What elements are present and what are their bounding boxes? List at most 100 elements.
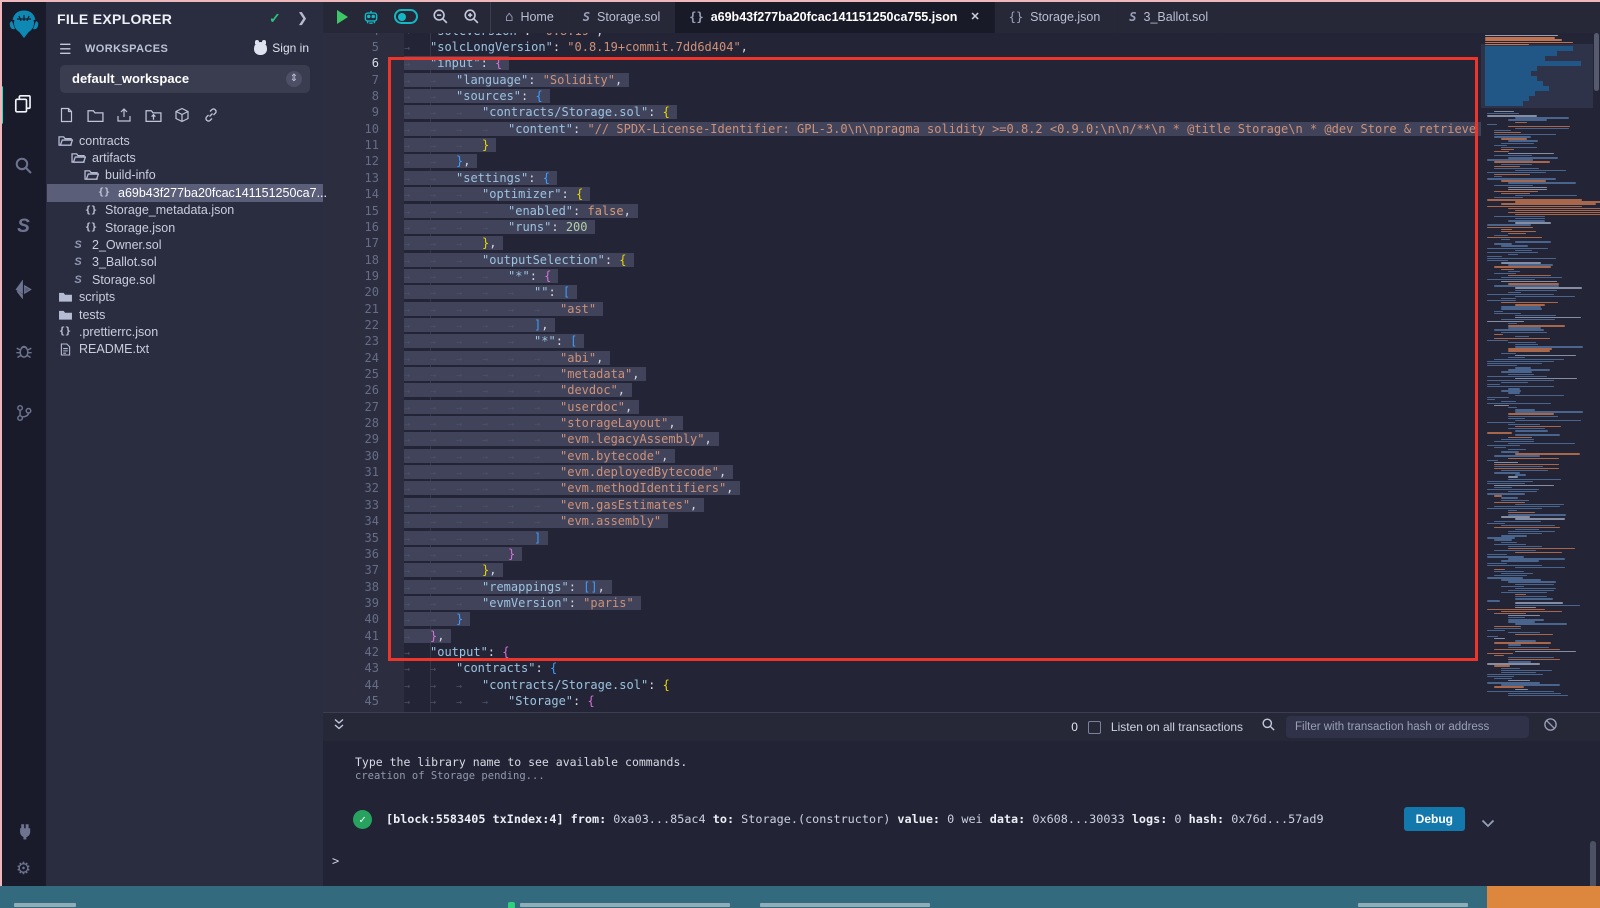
line-number[interactable]: 28 xyxy=(323,415,379,431)
workspaces-menu-icon[interactable]: ☰ xyxy=(59,41,72,58)
line-number[interactable]: 11 xyxy=(323,137,379,153)
clear-filter-icon[interactable] xyxy=(1543,717,1558,737)
line-number[interactable]: 30 xyxy=(323,448,379,464)
terminal-output[interactable]: Type the library name to see available c… xyxy=(323,741,1600,887)
tab-home[interactable]: ⌂Home xyxy=(491,0,569,33)
code-line-19[interactable]: 19→→→→"*": { xyxy=(323,268,1481,284)
code-line-36[interactable]: 36→→→→} xyxy=(323,546,1481,562)
code-line-37[interactable]: 37→→→}, xyxy=(323,562,1481,578)
code-line-11[interactable]: 11→→→} xyxy=(323,137,1481,153)
code-line-14[interactable]: 14→→→"optimizer": { xyxy=(323,186,1481,202)
listen-checkbox[interactable] xyxy=(1088,721,1101,734)
tree-item-storage-metadata-json[interactable]: {}Storage_metadata.json xyxy=(47,202,323,219)
zoom-out-icon[interactable] xyxy=(432,8,449,25)
editor-scrollbar[interactable] xyxy=(1593,33,1600,712)
code-line-38[interactable]: 38→→→"remappings": [], xyxy=(323,579,1481,595)
tree-item-3-ballot-sol[interactable]: S3_Ballot.sol xyxy=(47,254,323,271)
link-icon[interactable] xyxy=(202,106,220,124)
code-line-8[interactable]: 8→→"sources": { xyxy=(323,88,1481,104)
code-line-25[interactable]: 25→→→→→→"metadata", xyxy=(323,366,1481,382)
line-number[interactable]: 39 xyxy=(323,595,379,611)
code-line-13[interactable]: 13→→"settings": { xyxy=(323,170,1481,186)
line-number[interactable]: 27 xyxy=(323,399,379,415)
line-number[interactable]: 6 xyxy=(323,55,379,71)
line-number[interactable]: 17 xyxy=(323,235,379,251)
plugin-manager-icon[interactable] xyxy=(0,814,47,848)
line-number[interactable]: 26 xyxy=(323,382,379,398)
code-line-43[interactable]: 43→→"contracts": { xyxy=(323,660,1481,676)
line-number[interactable]: 34 xyxy=(323,513,379,529)
editor-scrollbar-thumb[interactable] xyxy=(1594,33,1599,91)
code-line-39[interactable]: 39→→→"evmVersion": "paris" xyxy=(323,595,1481,611)
code-line-24[interactable]: 24→→→→→→"abi", xyxy=(323,350,1481,366)
solidity-compiler-icon[interactable]: S xyxy=(0,210,47,244)
code-line-20[interactable]: 20→→→→→"": [ xyxy=(323,284,1481,300)
line-number[interactable]: 19 xyxy=(323,268,379,284)
line-number[interactable]: 13 xyxy=(323,170,379,186)
line-number[interactable]: 5 xyxy=(323,39,379,55)
line-number[interactable]: 21 xyxy=(323,301,379,317)
tree-item-2-owner-sol[interactable]: S2_Owner.sol xyxy=(47,236,323,253)
line-number[interactable]: 20 xyxy=(323,284,379,300)
tree-item-storage-sol[interactable]: SStorage.sol xyxy=(47,271,323,288)
code-line-9[interactable]: 9→→→"contracts/Storage.sol": { xyxy=(323,104,1481,120)
code-line-30[interactable]: 30→→→→→→"evm.bytecode", xyxy=(323,448,1481,464)
line-number[interactable]: 9 xyxy=(323,104,379,120)
line-number[interactable]: 35 xyxy=(323,530,379,546)
file-explorer-icon[interactable] xyxy=(0,86,47,120)
code-line-21[interactable]: 21→→→→→→"ast" xyxy=(323,301,1481,317)
line-number[interactable]: 25 xyxy=(323,366,379,382)
tree-item-tests[interactable]: tests xyxy=(47,306,323,323)
code-line-29[interactable]: 29→→→→→→"evm.legacyAssembly", xyxy=(323,431,1481,447)
line-number[interactable]: 15 xyxy=(323,203,379,219)
line-number[interactable]: 43 xyxy=(323,660,379,676)
line-number[interactable]: 14 xyxy=(323,186,379,202)
zoom-in-icon[interactable] xyxy=(463,8,480,25)
ai-assistant-icon[interactable] xyxy=(362,8,380,26)
line-number[interactable]: 12 xyxy=(323,153,379,169)
tree-item-readme-txt[interactable]: README.txt xyxy=(47,341,323,358)
line-number[interactable]: 37 xyxy=(323,562,379,578)
line-number[interactable]: 7 xyxy=(323,72,379,88)
code-line-10[interactable]: 10→→→→"content": "// SPDX-License-Identi… xyxy=(323,121,1481,137)
ai-toggle-switch[interactable] xyxy=(394,9,418,24)
line-number[interactable]: 23 xyxy=(323,333,379,349)
code-line-18[interactable]: 18→→→"outputSelection": { xyxy=(323,252,1481,268)
code-editor[interactable]: 4→"solcVersion": "0.8.19",5→"solcLongVer… xyxy=(323,33,1600,712)
code-line-33[interactable]: 33→→→→→→"evm.gasEstimates", xyxy=(323,497,1481,513)
debug-button[interactable]: Debug xyxy=(1404,807,1465,831)
code-line-23[interactable]: 23→→→→→"*": [ xyxy=(323,333,1481,349)
deploy-and-run-icon[interactable] xyxy=(0,272,47,306)
code-line-32[interactable]: 32→→→→→→"evm.methodIdentifiers", xyxy=(323,480,1481,496)
code-line-42[interactable]: 42→"output": { xyxy=(323,644,1481,660)
tree-item-storage-json[interactable]: {}Storage.json xyxy=(47,219,323,236)
tree-item-scripts[interactable]: scripts xyxy=(47,289,323,306)
code-line-35[interactable]: 35→→→→→] xyxy=(323,530,1481,546)
tree-item-a69b43f277ba20fcac141151250ca7-[interactable]: {}a69b43f277ba20fcac141151250ca7... xyxy=(47,184,323,201)
expand-transaction-icon[interactable] xyxy=(1481,813,1495,832)
minimap[interactable] xyxy=(1481,33,1593,712)
chevron-right-icon[interactable]: ❯ xyxy=(297,10,308,26)
code-line-40[interactable]: 40→→} xyxy=(323,611,1481,627)
tab-a69b43f277ba20fcac141151250ca755-json[interactable]: {}a69b43f277ba20fcac141151250ca755.json✕ xyxy=(675,0,994,33)
line-number[interactable]: 29 xyxy=(323,431,379,447)
tree-item--prettierrc-json[interactable]: {}.prettierrc.json xyxy=(47,323,323,340)
line-number[interactable]: 16 xyxy=(323,219,379,235)
remix-logo-icon[interactable] xyxy=(7,8,41,42)
line-number[interactable]: 8 xyxy=(323,88,379,104)
tab-storage-sol[interactable]: SStorage.sol xyxy=(569,0,675,33)
workspace-select[interactable]: default_workspace ⇕ xyxy=(60,65,310,93)
code-line-26[interactable]: 26→→→→→→"devdoc", xyxy=(323,382,1481,398)
line-number[interactable]: 36 xyxy=(323,546,379,562)
code-area[interactable]: 4→"solcVersion": "0.8.19",5→"solcLongVer… xyxy=(323,33,1481,712)
code-line-45[interactable]: 45→→→→"Storage": { xyxy=(323,693,1481,709)
terminal-prompt[interactable]: > xyxy=(332,854,339,868)
line-number[interactable]: 10 xyxy=(323,121,379,137)
line-number[interactable]: 44 xyxy=(323,677,379,693)
run-script-icon[interactable] xyxy=(337,10,348,24)
code-line-44[interactable]: 44→→→"contracts/Storage.sol": { xyxy=(323,677,1481,693)
code-line-7[interactable]: 7→→"language": "Solidity", xyxy=(323,72,1481,88)
tree-item-build-info[interactable]: build-info xyxy=(47,167,323,184)
tab-3-ballot-sol[interactable]: S3_Ballot.sol xyxy=(1115,0,1223,33)
tree-item-contracts[interactable]: contracts xyxy=(47,132,323,149)
